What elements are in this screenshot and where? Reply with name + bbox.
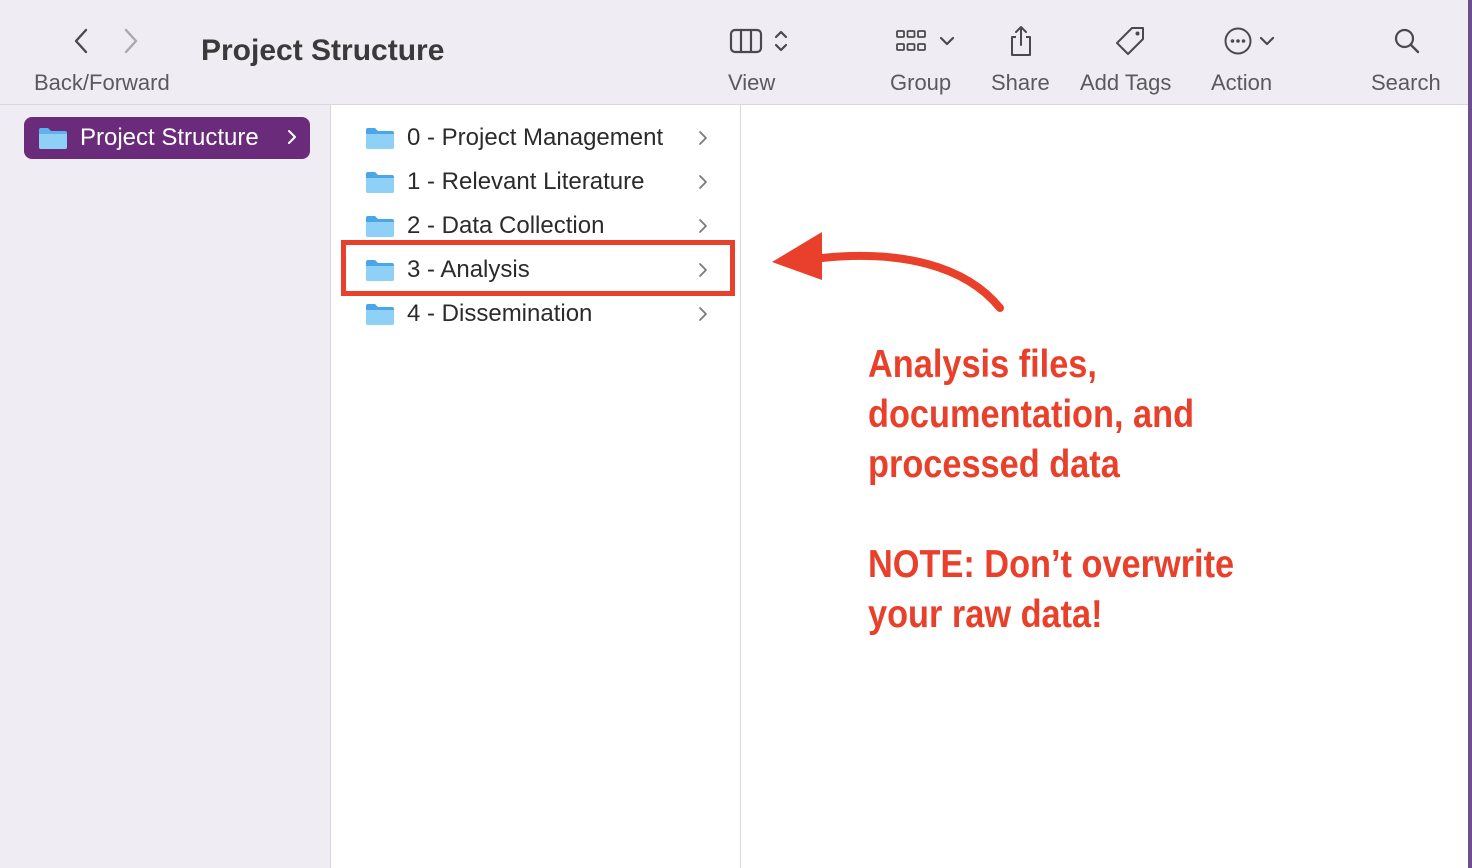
search-button[interactable]: Search <box>1366 0 1446 104</box>
ellipsis-circle-icon <box>1224 27 1252 55</box>
group-button[interactable]: Group <box>886 0 966 104</box>
annotation-line: your raw data! <box>868 593 1103 636</box>
grid-group-icon <box>896 30 926 51</box>
chevron-right-icon <box>699 219 707 233</box>
share-button[interactable]: Share <box>988 0 1054 104</box>
chevron-right-icon <box>699 131 707 145</box>
columns-view-icon <box>729 28 763 54</box>
toolbar: Back/Forward Project Structure View Grou… <box>0 0 1468 105</box>
chevron-right-icon <box>699 307 707 321</box>
action-label: Action <box>1211 70 1273 95</box>
finder-window: Back/Forward Project Structure View Grou… <box>0 0 1472 868</box>
chevron-down-icon <box>1259 36 1275 46</box>
back-button[interactable] <box>68 22 94 60</box>
back-forward-group: Back/Forward <box>30 0 190 104</box>
annotation-note: Analysis files, documentation, and proce… <box>868 340 1290 640</box>
chevron-right-icon <box>124 28 138 54</box>
view-icons <box>724 22 794 60</box>
annotation-line: documentation, and <box>868 393 1195 436</box>
list-item[interactable]: 1 - Relevant Literature <box>331 160 740 204</box>
list-item[interactable]: 0 - Project Management <box>331 116 740 160</box>
chevron-down-icon <box>939 36 955 46</box>
tag-icon-wrap <box>1114 22 1146 60</box>
share-label: Share <box>991 70 1050 95</box>
annotation-line: NOTE: Don’t overwrite <box>868 543 1235 586</box>
list-item-label: 0 - Project Management <box>407 124 664 151</box>
search-icon <box>1394 28 1420 54</box>
folder-icon <box>366 304 394 325</box>
group-icons <box>890 22 960 60</box>
action-icons <box>1214 22 1284 60</box>
sidebar: Project Structure <box>0 105 331 868</box>
highlight-box <box>341 240 735 296</box>
folder-icon <box>39 128 67 149</box>
list-item[interactable]: 4 - Dissemination <box>331 292 740 336</box>
folder-column: 0 - Project Management 1 - Relevant Lite… <box>331 105 741 868</box>
chevron-left-icon <box>74 28 88 54</box>
annotation-arrow-icon <box>772 232 1004 312</box>
add-tags-button[interactable]: Add Tags <box>1078 0 1182 104</box>
folder-icon <box>366 128 394 149</box>
sidebar-item-label: Project Structure <box>80 124 259 151</box>
search-label: Search <box>1371 70 1441 95</box>
chevron-updown-icon <box>774 30 788 52</box>
annotation-line: processed data <box>868 443 1120 486</box>
view-label: View <box>728 70 776 95</box>
list-item-label: 4 - Dissemination <box>407 300 593 327</box>
forward-button[interactable] <box>118 22 144 60</box>
view-button[interactable]: View <box>718 0 798 104</box>
tag-icon <box>1116 27 1144 55</box>
share-icon <box>1011 26 1031 56</box>
annotation-spacer <box>868 490 1290 540</box>
window-edge <box>1468 0 1472 868</box>
sidebar-item-project-structure[interactable]: Project Structure <box>24 117 310 159</box>
chevron-right-icon <box>288 130 296 144</box>
add-tags-label: Add Tags <box>1080 70 1172 95</box>
back-forward-label: Back/Forward <box>34 70 170 95</box>
folder-icon <box>366 172 394 193</box>
chevron-right-icon <box>699 175 707 189</box>
list-item-label: 2 - Data Collection <box>407 212 605 239</box>
search-icon-wrap <box>1392 22 1422 60</box>
window-title: Project Structure <box>201 34 445 67</box>
share-icon-wrap <box>1006 22 1036 60</box>
list-item-label: 1 - Relevant Literature <box>407 168 645 195</box>
group-label: Group <box>890 70 952 95</box>
annotation-line: Analysis files, <box>868 343 1097 386</box>
action-button[interactable]: Action <box>1208 0 1284 104</box>
folder-icon <box>366 216 394 237</box>
